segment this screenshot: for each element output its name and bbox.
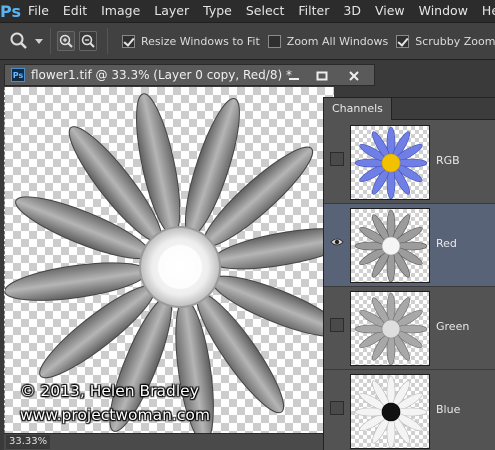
scrubby-zoom-label: Scrubby Zoom bbox=[415, 34, 495, 48]
channel-label-blue: Blue bbox=[436, 403, 461, 416]
zoom-all-label: Zoom All Windows bbox=[286, 34, 389, 48]
menu-bar: Ps File Edit Image Layer Type Select Fil… bbox=[0, 0, 495, 22]
website-text: www.projectwoman.com bbox=[20, 406, 210, 424]
channels-panel-header: Channels bbox=[324, 97, 495, 120]
menu-3d[interactable]: 3D bbox=[336, 0, 368, 22]
visibility-toggle[interactable] bbox=[330, 152, 344, 166]
menu-view[interactable]: View bbox=[368, 0, 412, 22]
flower-thumbnail bbox=[354, 375, 428, 448]
document-tab[interactable]: Ps flower1.tif @ 33.3% (Layer 0 copy, Re… bbox=[4, 64, 375, 86]
channel-label-red: Red bbox=[436, 237, 457, 250]
menu-file[interactable]: File bbox=[21, 0, 56, 22]
close-button[interactable] bbox=[341, 68, 367, 83]
tab-channels[interactable]: Channels bbox=[324, 97, 392, 120]
close-icon bbox=[349, 70, 359, 81]
maximize-icon bbox=[316, 71, 328, 80]
channel-row-rgb[interactable]: RGB bbox=[324, 121, 495, 204]
scrubby-zoom-option[interactable]: Scrubby Zoom bbox=[396, 34, 495, 48]
flower-thumbnail bbox=[354, 126, 428, 199]
flower-thumbnail bbox=[354, 209, 428, 282]
menu-type[interactable]: Type bbox=[196, 0, 239, 22]
status-bar: 33.33% bbox=[4, 433, 334, 450]
zoom-all-option[interactable]: Zoom All Windows bbox=[267, 34, 389, 48]
channel-row-red[interactable]: Red bbox=[324, 204, 495, 287]
channel-label-green: Green bbox=[436, 320, 470, 333]
maximize-button[interactable] bbox=[309, 68, 335, 83]
eye-icon[interactable] bbox=[330, 235, 344, 249]
flower-thumbnail bbox=[354, 292, 428, 365]
menu-window[interactable]: Window bbox=[412, 0, 475, 22]
channel-row-green[interactable]: Green bbox=[324, 287, 495, 370]
zoom-tool-preset-picker[interactable] bbox=[8, 28, 44, 54]
channel-label-rgb: RGB bbox=[436, 154, 460, 167]
document-title: flower1.tif @ 33.3% (Layer 0 copy, Red/8… bbox=[31, 68, 292, 82]
menu-image[interactable]: Image bbox=[94, 0, 147, 22]
divider bbox=[107, 28, 108, 54]
menu-filter[interactable]: Filter bbox=[291, 0, 336, 22]
minimize-button[interactable] bbox=[281, 68, 307, 83]
menu-select[interactable]: Select bbox=[239, 0, 292, 22]
menu-edit[interactable]: Edit bbox=[56, 0, 94, 22]
copyright-text: © 2013, Helen Bradley bbox=[20, 382, 199, 400]
scrubby-zoom-checkbox[interactable] bbox=[396, 34, 410, 48]
zoom-out-button[interactable] bbox=[79, 31, 97, 51]
resize-windows-label: Resize Windows to Fit bbox=[141, 34, 260, 48]
channel-row-blue[interactable]: Blue bbox=[324, 370, 495, 450]
options-bar: Resize Windows to Fit Zoom All Windows S… bbox=[0, 22, 495, 60]
channel-thumbnail-rgb bbox=[350, 125, 430, 200]
minimize-icon bbox=[289, 77, 299, 80]
channel-thumbnail-green bbox=[350, 291, 430, 366]
visibility-toggle[interactable] bbox=[330, 318, 344, 332]
zoom-all-checkbox[interactable] bbox=[267, 34, 281, 48]
resize-windows-option[interactable]: Resize Windows to Fit bbox=[122, 34, 260, 48]
chevron-down-icon bbox=[35, 39, 43, 44]
zoom-level-readout[interactable]: 33.33% bbox=[6, 435, 50, 449]
zoom-out-icon bbox=[81, 34, 95, 48]
zoom-in-icon bbox=[59, 34, 73, 48]
channel-thumbnail-red bbox=[350, 208, 430, 283]
visibility-toggle[interactable] bbox=[330, 401, 344, 415]
photoshop-logo: Ps bbox=[0, 1, 21, 21]
zoom-in-button[interactable] bbox=[57, 31, 75, 51]
resize-windows-checkbox[interactable] bbox=[122, 34, 135, 48]
menu-layer[interactable]: Layer bbox=[147, 0, 196, 22]
zoom-tool-icon bbox=[10, 32, 27, 49]
menu-help[interactable]: He bbox=[475, 0, 495, 22]
channels-panel: Channels RGB Red Green Blue bbox=[323, 97, 495, 450]
ps-document-icon: Ps bbox=[11, 68, 25, 82]
channel-thumbnail-blue bbox=[350, 374, 430, 449]
divider bbox=[50, 28, 51, 54]
